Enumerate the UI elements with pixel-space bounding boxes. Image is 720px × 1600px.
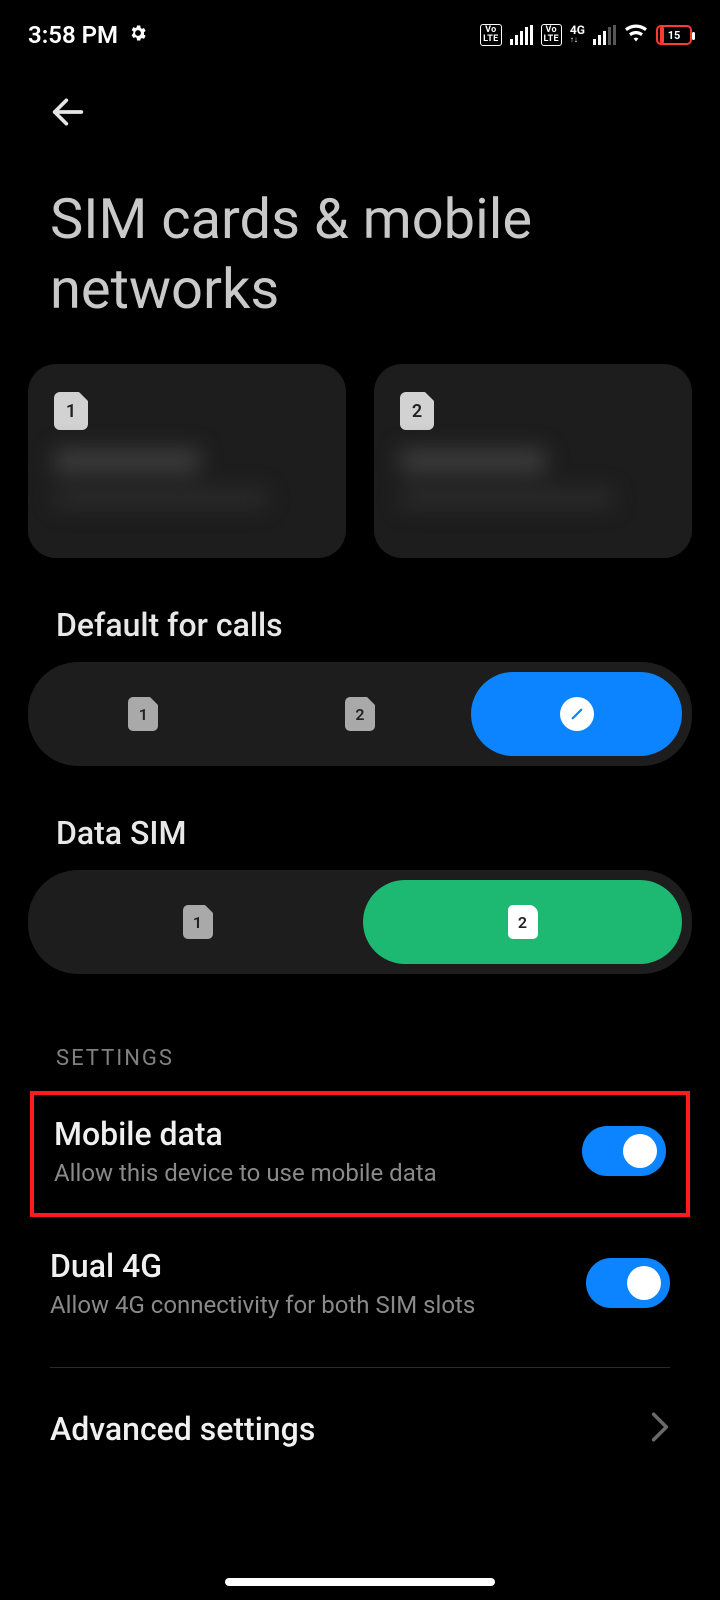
settings-section-header: SETTINGS [0,974,720,1079]
sim-icon: 2 [400,392,434,430]
volte-sim2-icon: VoLTE [541,24,562,46]
mobile-data-title: Mobile data [54,1115,437,1153]
sim-icon: 1 [183,905,213,939]
sim-card-2[interactable]: 2 [374,364,692,558]
dual-4g-title: Dual 4G [50,1247,475,1285]
ask-icon [560,697,594,731]
mobile-data-row[interactable]: Mobile data Allow this device to use mob… [30,1091,690,1217]
dual-4g-subtitle: Allow 4G connectivity for both SIM slots [50,1291,475,1319]
signal-sim2-icon [593,25,616,45]
data-option-sim1[interactable]: 1 [38,880,357,964]
data-option-sim2[interactable]: 2 [363,880,682,964]
dual-4g-row[interactable]: Dual 4G Allow 4G connectivity for both S… [0,1221,720,1349]
status-bar: 3:58 PM VoLTE VoLTE 4G↑↓ 15 [0,0,720,60]
calls-option-sim1[interactable]: 1 [38,672,249,756]
mobile-data-toggle[interactable] [582,1126,666,1176]
data-sim-selector: 1 2 [28,870,692,974]
sim-icon: 1 [128,697,158,731]
network-type-icon: 4G↑↓ [570,25,585,45]
calls-option-sim2[interactable]: 2 [255,672,466,756]
home-indicator[interactable] [225,1578,495,1586]
default-calls-selector: 1 2 [28,662,692,766]
advanced-settings-title: Advanced settings [50,1410,315,1448]
gear-icon [128,21,148,49]
page-title: SIM cards & mobile networks [0,154,720,364]
sim1-redacted-details [28,448,346,558]
sim-icon: 2 [508,905,538,939]
status-clock: 3:58 PM [28,21,118,49]
sim-icon: 2 [345,697,375,731]
default-calls-label: Default for calls [0,558,720,662]
data-sim-label: Data SIM [0,766,720,870]
chevron-right-icon [650,1411,670,1447]
signal-sim1-icon [510,25,533,45]
sim2-redacted-details [374,448,692,558]
mobile-data-subtitle: Allow this device to use mobile data [54,1159,437,1187]
calls-option-ask[interactable] [471,672,682,756]
sim-icon: 1 [54,392,88,430]
sim-card-1[interactable]: 1 [28,364,346,558]
dual-4g-toggle[interactable] [586,1258,670,1308]
volte-sim1-icon: VoLTE [480,24,501,46]
back-button[interactable] [46,90,90,134]
advanced-settings-row[interactable]: Advanced settings [0,1368,720,1478]
battery-icon: 15 [656,25,692,45]
wifi-icon [624,21,648,49]
